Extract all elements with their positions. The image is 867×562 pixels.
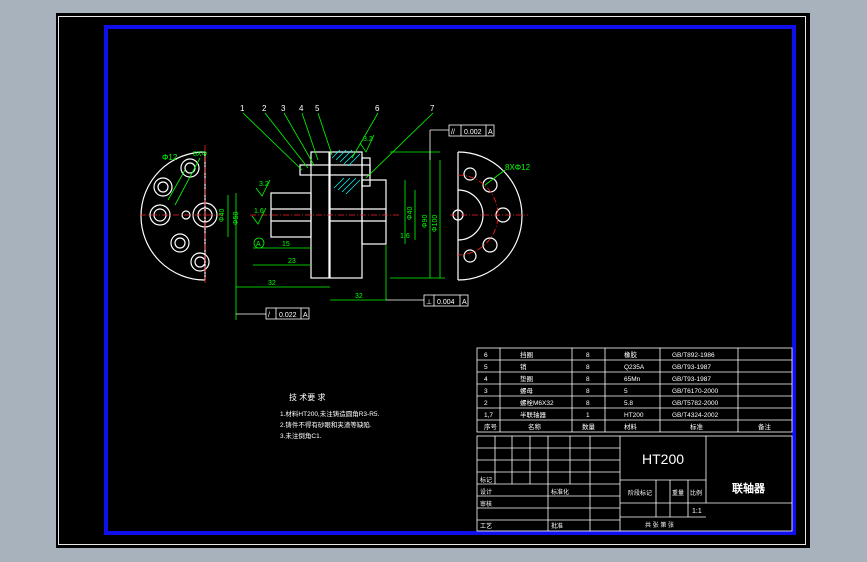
bom-cell-no: 4 <box>484 376 488 383</box>
bom-cell-qty: 1 <box>586 412 590 419</box>
rough-3: 1.6 <box>254 208 264 215</box>
bom-header-no: 序号 <box>484 422 498 431</box>
dim-phi50: Φ50 <box>233 212 240 225</box>
tol-top-val: 0.002 <box>464 129 482 136</box>
bom-cell-std: GB/T4324-2002 <box>672 412 719 419</box>
label-ratio: 比例 <box>690 489 702 497</box>
bom-cell-std: GB/T892-1986 <box>672 352 715 359</box>
label-mark: 标记 <box>480 476 492 484</box>
rough-4: 1.6 <box>400 233 410 240</box>
tech-line-3: 3.未注倒角C1. <box>280 431 322 440</box>
tol-bl-sym: / <box>268 312 270 319</box>
bom-cell-name: 挡圈 <box>520 350 533 359</box>
label-craft: 工艺 <box>480 522 492 530</box>
bom-cell-mat: 5.8 <box>624 400 633 407</box>
tech-line-2: 2.铸件不得有砂眼和夹渣等缺陷. <box>280 420 372 429</box>
hatching <box>331 149 361 195</box>
label-stage: 阶段标记 <box>628 489 652 497</box>
bom-cell-name: 垫圈 <box>520 374 533 383</box>
bom-cell-mat: HT200 <box>624 412 644 419</box>
tol-bl-ref: A <box>303 312 308 319</box>
tech-title: 技 术要 求 <box>289 392 325 402</box>
bom-cell-no: 2 <box>484 400 488 407</box>
dim-23: 23 <box>288 258 296 265</box>
dim-15: 15 <box>282 241 290 248</box>
part-number-labels: 1 2 3 4 5 6 7 <box>240 104 435 113</box>
part-label-2: 2 <box>262 104 267 113</box>
right-leaders <box>484 169 506 186</box>
tech-line-1: 1.材料HT200,未注铸造圆角R3-R5. <box>280 409 380 418</box>
roughness-symbols <box>251 134 375 225</box>
bom-cell-std: GB/T5782-2000 <box>672 400 719 407</box>
bom-header-std: 标准 <box>690 422 704 431</box>
cad-drawing: Φ12 8XΦ 8XΦ12 1 2 3 4 5 6 7 15 23 32 32 … <box>140 104 793 532</box>
dim-phi40-left: Φ40 <box>219 209 226 222</box>
tolerance-bottom-left <box>236 307 310 320</box>
bom-header-name: 名称 <box>528 422 542 431</box>
tol-br-val: 0.004 <box>437 299 455 306</box>
dim-32-left: 32 <box>268 280 276 287</box>
bom-cell-no: 5 <box>484 364 488 371</box>
bom-cell-qty: 8 <box>586 352 590 359</box>
bom-cell-mat: 橡胶 <box>624 350 638 359</box>
bom-cell-mat: Q235A <box>624 364 645 371</box>
part-leaders <box>242 112 434 179</box>
part-label-7: 7 <box>430 104 435 113</box>
title-scale: 1:1 <box>692 508 702 515</box>
bom-cell-name: 螺母 <box>520 386 534 395</box>
bom-cell-no: 3 <box>484 388 488 395</box>
bom-cell-no: 6 <box>484 352 488 359</box>
left-end-view <box>140 151 218 281</box>
title-material: HT200 <box>642 451 684 467</box>
tolerance-top <box>429 124 495 160</box>
tol-br-ref: A <box>462 299 467 306</box>
tol-br-sym: ⊥ <box>426 299 432 306</box>
dim-phi90: Φ90 <box>422 215 429 228</box>
label-approve: 批准 <box>551 522 563 530</box>
bom-cell-std: GB/T6170-2000 <box>672 388 719 395</box>
left-note-2: 8XΦ <box>193 151 208 158</box>
left-note-1: Φ12 <box>162 153 178 162</box>
tol-bl-val: 0.022 <box>279 312 297 319</box>
tol-top-sym: // <box>451 129 455 136</box>
left-leaders <box>167 157 201 206</box>
label-std: 标准化 <box>551 488 569 496</box>
bom-cell-qty: 8 <box>586 400 590 407</box>
tech-requirements: 技 术要 求 1.材料HT200,未注铸造圆角R3-R5. 2.铸件不得有砂眼和… <box>280 392 380 440</box>
label-sheet: 共 张 第 张 <box>645 521 674 529</box>
tol-top-ref: A <box>488 129 493 136</box>
datum-a: A <box>253 237 265 249</box>
bom-cell-no: 1,7 <box>484 412 493 419</box>
bom-cell-mat: 5 <box>624 388 628 395</box>
rough-2: 3.2 <box>363 136 373 143</box>
dimension-lines <box>227 151 445 320</box>
bom-cell-mat: 65Mn <box>624 376 641 383</box>
bom-cell-name: 螺栓M6X32 <box>520 398 554 407</box>
part-label-3: 3 <box>281 104 286 113</box>
datum-label: A <box>256 241 261 248</box>
part-label-6: 6 <box>375 104 380 113</box>
part-label-4: 4 <box>299 104 304 113</box>
part-label-5: 5 <box>315 104 320 113</box>
bom-cell-std: GB/T93-1987 <box>672 364 711 371</box>
label-weight: 重量 <box>672 489 684 497</box>
bom-header-row: 序号 名称 数量 材料 标准 备注 <box>484 422 772 431</box>
label-check: 审核 <box>480 500 492 508</box>
bom-cell-name: 半联轴器 <box>520 410 547 419</box>
dim-phi100: Φ100 <box>432 215 439 232</box>
right-note: 8XΦ12 <box>505 163 531 172</box>
dim-phi40-right: Φ40 <box>407 207 414 220</box>
bom-cell-name: 销 <box>520 362 527 371</box>
bom-header-note: 备注 <box>758 422 772 431</box>
bom-cell-qty: 8 <box>586 376 590 383</box>
bom-cell-std: GB/T93-1987 <box>672 376 711 383</box>
title-name: 联轴器 <box>732 481 766 495</box>
bom-cell-qty: 8 <box>586 364 590 371</box>
bom-header-mat: 材料 <box>624 422 638 431</box>
bom-cell-qty: 8 <box>586 388 590 395</box>
label-design: 设计 <box>480 488 492 496</box>
part-label-1: 1 <box>240 104 245 113</box>
bom-header-qty: 数量 <box>582 422 596 431</box>
dim-32-right: 32 <box>355 293 363 300</box>
